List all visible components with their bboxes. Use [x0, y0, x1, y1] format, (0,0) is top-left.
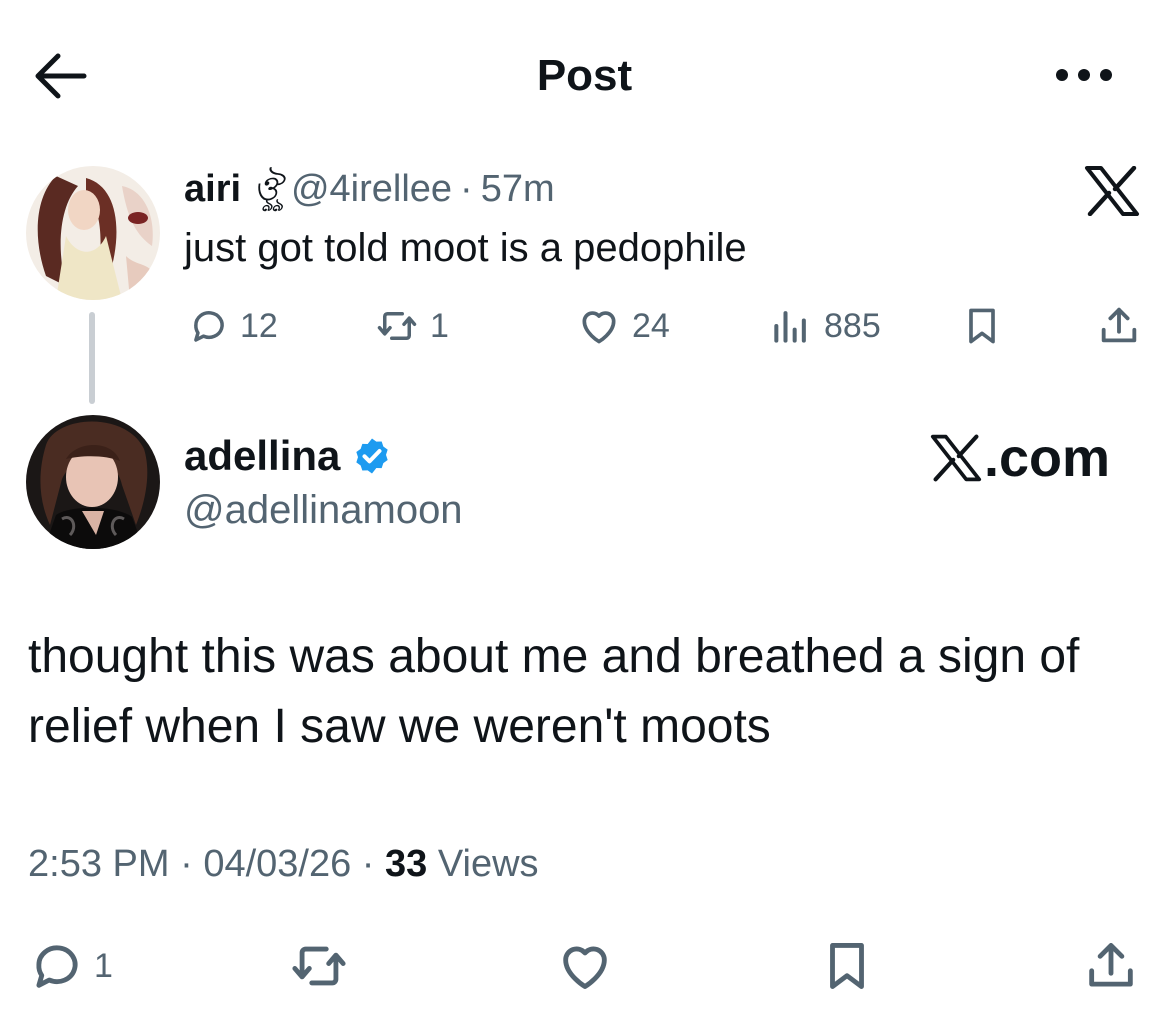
bookmark-button[interactable] [960, 302, 1004, 350]
analytics-icon [774, 311, 806, 343]
avatar-image [26, 166, 160, 300]
thread-connector-line [89, 312, 95, 404]
author-name[interactable]: adellina [184, 430, 340, 482]
heart-icon [563, 946, 607, 989]
like-button[interactable] [554, 935, 616, 997]
heart-icon [582, 311, 616, 344]
bookmark-button[interactable] [818, 935, 876, 997]
reply-count: 12 [240, 306, 278, 345]
bookmark-icon [969, 308, 995, 344]
name-decoration: ঔৣ [253, 169, 281, 209]
view-count: 33 [385, 843, 428, 885]
repost-icon [377, 312, 417, 340]
page-title: Post [536, 51, 633, 100]
view-count: 885 [824, 306, 881, 345]
x-com-watermark: .com [930, 428, 1110, 488]
reply-button[interactable]: 12 [188, 302, 278, 350]
x-logo-icon [1084, 166, 1140, 216]
views-label: Views [437, 843, 539, 885]
author-name[interactable]: airi [184, 164, 241, 214]
author-handle[interactable]: @adellinamoon [184, 484, 463, 536]
avatar[interactable] [26, 415, 160, 549]
separator: · [460, 168, 473, 210]
parent-tweet-text: just got told moot is a pedophile [184, 226, 747, 270]
share-icon [1089, 943, 1133, 987]
bookmark-icon [830, 943, 864, 989]
repost-button[interactable] [286, 935, 352, 997]
tweet-text: thought this was about me and breathed a… [28, 630, 1080, 753]
avatar-image [26, 415, 160, 549]
separator: · [361, 843, 375, 885]
reply-icon [194, 311, 224, 342]
repost-button[interactable]: 1 [372, 302, 449, 350]
x-logo-icon [930, 434, 982, 482]
share-icon [1101, 307, 1137, 343]
like-count: 24 [632, 306, 670, 345]
post-time[interactable]: 2:53 PM [28, 843, 170, 885]
more-options-button[interactable] [1050, 58, 1118, 92]
avatar[interactable] [26, 166, 160, 300]
reply-icon [36, 945, 78, 988]
watermark-text: .com [984, 428, 1111, 488]
parent-tweet-header: airi ঔৣ @4irellee · 57m [184, 164, 555, 214]
views-button[interactable]: 885 [768, 302, 881, 350]
author-handle[interactable]: @4irellee [291, 164, 452, 214]
share-button[interactable] [1096, 302, 1142, 350]
reply-button[interactable]: 1 [28, 935, 113, 997]
post-date[interactable]: 04/03/26 [203, 843, 351, 885]
repost-count: 1 [430, 306, 449, 345]
share-button[interactable] [1082, 935, 1140, 997]
like-button[interactable]: 24 [576, 302, 670, 350]
separator: · [180, 843, 193, 885]
repost-icon [292, 946, 346, 986]
more-horizontal-icon [1056, 69, 1112, 81]
reply-count: 1 [94, 946, 113, 985]
tweet-metadata: 2:53 PM · 04/03/26 · 33 Views [28, 836, 539, 892]
author-name-row: adellina [184, 430, 392, 482]
post-time[interactable]: 57m [481, 164, 555, 214]
verified-badge-icon [356, 438, 389, 474]
